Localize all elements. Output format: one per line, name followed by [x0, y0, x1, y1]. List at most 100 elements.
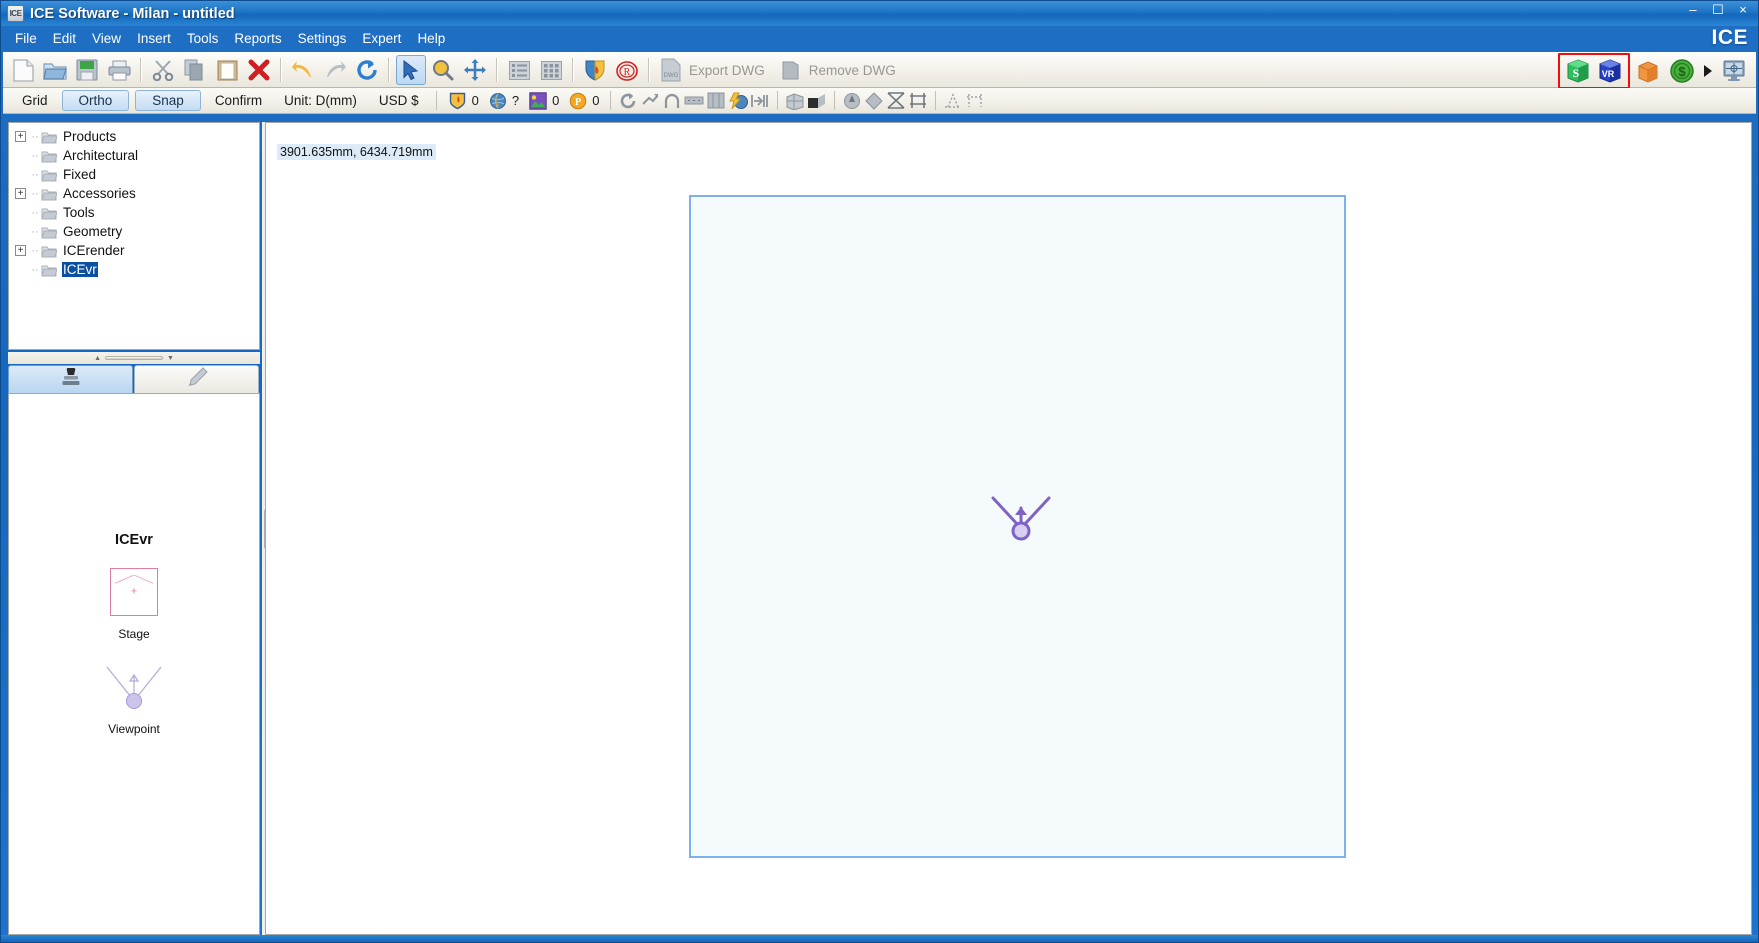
- list-view-icon[interactable]: [504, 55, 534, 85]
- menu-item-tools[interactable]: Tools: [179, 29, 227, 48]
- cube-grid-icon[interactable]: [784, 90, 806, 112]
- tree-connector: ··: [31, 168, 39, 181]
- folder-icon: [41, 206, 58, 220]
- vr-cube-letters: VR: [1602, 69, 1615, 79]
- tab-pencil[interactable]: [134, 365, 259, 393]
- pan-move-icon[interactable]: [460, 55, 490, 85]
- tree-item-icevr[interactable]: ·· ICEvr: [9, 260, 259, 279]
- splitter-grip[interactable]: [105, 356, 163, 360]
- menu-item-expert[interactable]: Expert: [354, 29, 409, 48]
- expander-icon[interactable]: +: [15, 131, 26, 142]
- remove-dwg-label[interactable]: Remove DWG: [809, 63, 896, 78]
- globe-counter[interactable]: ?: [487, 90, 519, 112]
- currency-label[interactable]: USD $: [368, 93, 430, 108]
- object-tree[interactable]: + ·· Products ·· Architectural ·· Fixed …: [8, 122, 260, 350]
- copy-icon[interactable]: [180, 55, 210, 85]
- viewpoint-item[interactable]: [103, 663, 165, 711]
- splitter-down-arrow[interactable]: ▼: [167, 355, 174, 362]
- export-dwg-label[interactable]: Export DWG: [689, 63, 765, 78]
- undo-arrow-icon[interactable]: [288, 55, 318, 85]
- export-dwg-icon[interactable]: DWG: [656, 55, 686, 85]
- lightning-globe-icon[interactable]: [727, 90, 749, 112]
- measure-right-icon[interactable]: [964, 90, 986, 112]
- ortho-toggle[interactable]: Ortho: [61, 90, 130, 111]
- shield-flame-icon[interactable]: [580, 55, 610, 85]
- zoom-magnifier-icon[interactable]: [428, 55, 458, 85]
- tree-item-geometry[interactable]: ·· Geometry: [9, 222, 259, 241]
- tree-connector: ··: [31, 225, 39, 238]
- menu-item-edit[interactable]: Edit: [45, 29, 84, 48]
- expander-placeholder: [15, 169, 26, 180]
- delete-x-icon[interactable]: [244, 55, 274, 85]
- confirm-button[interactable]: Confirm: [204, 93, 273, 108]
- stage-item[interactable]: +: [110, 568, 158, 616]
- menu-item-insert[interactable]: Insert: [129, 29, 179, 48]
- maximize-button[interactable]: ☐: [1711, 3, 1725, 16]
- drawing-canvas[interactable]: 3901.635mm, 6434.719mm: [265, 122, 1752, 935]
- power-icon: P: [567, 90, 589, 112]
- play-arrow-icon[interactable]: [1701, 56, 1715, 86]
- open-folder-icon[interactable]: [40, 55, 70, 85]
- menu-item-help[interactable]: Help: [409, 29, 453, 48]
- new-document-icon[interactable]: [8, 55, 38, 85]
- dashed-line-icon[interactable]: [683, 90, 705, 112]
- dollar-circle-icon[interactable]: $: [1667, 56, 1697, 86]
- align-icon[interactable]: [749, 90, 771, 112]
- minimize-button[interactable]: –: [1686, 3, 1700, 16]
- vr-cube-icon[interactable]: VR: [1595, 56, 1625, 86]
- grid-view-icon[interactable]: [536, 55, 566, 85]
- close-button[interactable]: ×: [1736, 3, 1750, 16]
- cut-scissors-icon[interactable]: [148, 55, 178, 85]
- tree-item-accessories[interactable]: + ·· Accessories: [9, 184, 259, 203]
- paste-icon[interactable]: [212, 55, 242, 85]
- measure-left-icon[interactable]: [942, 90, 964, 112]
- truss-bridge-icon[interactable]: [907, 90, 929, 112]
- snap-toggle[interactable]: Snap: [135, 90, 201, 111]
- splitter-up-arrow[interactable]: ▲: [94, 355, 101, 362]
- dollar-sign: $: [1678, 64, 1686, 79]
- expander-icon[interactable]: +: [15, 188, 26, 199]
- remove-dwg-icon[interactable]: [776, 55, 806, 85]
- orange-box-icon[interactable]: [1633, 56, 1663, 86]
- monitor-target-icon[interactable]: [1719, 56, 1749, 86]
- menu-item-view[interactable]: View: [84, 29, 129, 48]
- cube-solid-icon[interactable]: [806, 90, 828, 112]
- tree-item-products[interactable]: + ·· Products: [9, 127, 259, 146]
- application-window: ICE ICE Software - Milan - untitled – ☐ …: [0, 0, 1759, 943]
- power-counter[interactable]: P 0: [567, 90, 600, 112]
- viewpoint-marker[interactable]: [989, 494, 1053, 542]
- save-icon[interactable]: [72, 55, 102, 85]
- refresh-icon[interactable]: [352, 55, 382, 85]
- arc-icon[interactable]: [661, 90, 683, 112]
- shield-icon: [447, 90, 469, 112]
- diamond-icon[interactable]: [863, 90, 885, 112]
- tab-stamp[interactable]: [8, 365, 133, 393]
- sketchup-cube-icon[interactable]: S: [1563, 56, 1593, 86]
- expander-icon[interactable]: +: [15, 245, 26, 256]
- tree-item-architectural[interactable]: ·· Architectural: [9, 146, 259, 165]
- print-icon[interactable]: [104, 55, 134, 85]
- tree-connector: ··: [31, 149, 39, 162]
- menu-item-settings[interactable]: Settings: [290, 29, 355, 48]
- redo-arrow-icon[interactable]: [320, 55, 350, 85]
- shield-counter[interactable]: 0: [447, 90, 479, 112]
- panel-icon[interactable]: [705, 90, 727, 112]
- select-pointer-icon[interactable]: [396, 55, 426, 85]
- menu-item-reports[interactable]: Reports: [226, 29, 289, 48]
- truss-x-icon[interactable]: [885, 90, 907, 112]
- horizontal-splitter[interactable]: ▲ ▼: [8, 352, 260, 364]
- menu-bar: File Edit View Insert Tools Reports Sett…: [1, 26, 1758, 50]
- tree-item-tools[interactable]: ·· Tools: [9, 203, 259, 222]
- tree-item-icerender[interactable]: + ·· ICErender: [9, 241, 259, 260]
- rotate-icon[interactable]: [617, 90, 639, 112]
- tree-item-fixed[interactable]: ·· Fixed: [9, 165, 259, 184]
- grid-toggle[interactable]: Grid: [11, 93, 59, 108]
- unit-label[interactable]: Unit: D(mm): [273, 93, 368, 108]
- options-separator: [609, 91, 611, 110]
- sketchup-cube-letter: S: [1573, 66, 1580, 80]
- menu-item-file[interactable]: File: [7, 29, 45, 48]
- image-counter[interactable]: 0: [527, 90, 559, 112]
- circle-marker-icon[interactable]: [841, 90, 863, 112]
- stamp-red-icon[interactable]: R: [612, 55, 642, 85]
- mirror-icon[interactable]: [639, 90, 661, 112]
